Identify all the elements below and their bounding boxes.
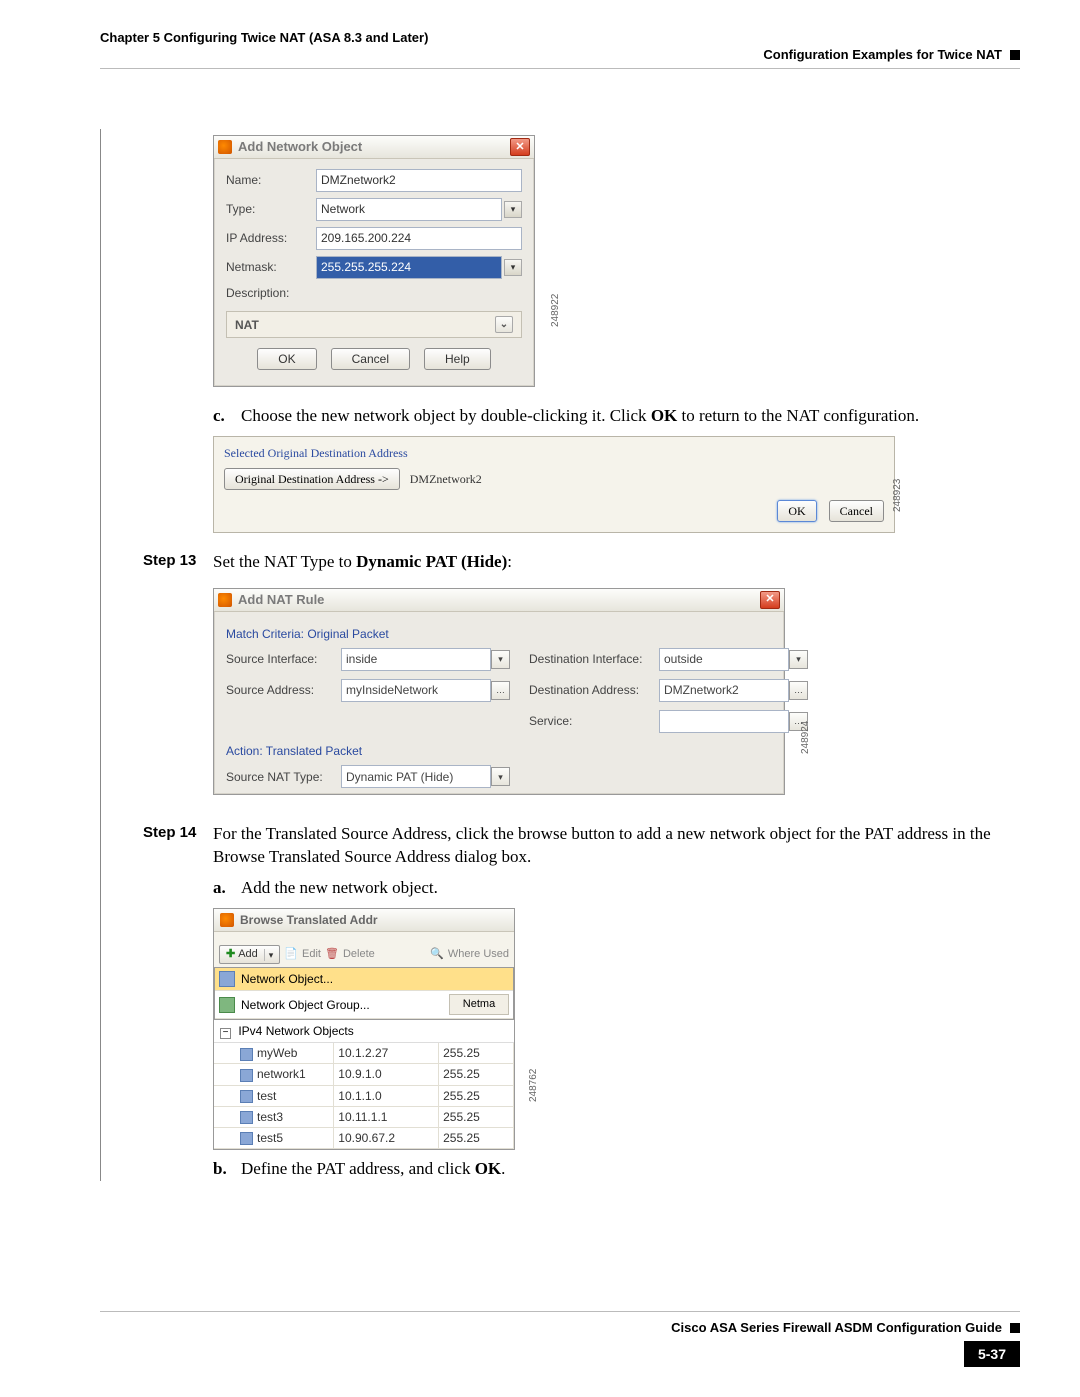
dialog-title: Browse Translated Addr: [240, 912, 378, 928]
app-icon: [220, 913, 234, 927]
app-icon: [218, 593, 232, 607]
expand-icon[interactable]: ⌄: [495, 316, 513, 333]
ok-button[interactable]: OK: [777, 500, 816, 522]
section-title: Configuration Examples for Twice NAT: [763, 47, 1002, 62]
chevron-down-icon[interactable]: ▾: [491, 767, 510, 786]
dst-if-select[interactable]: outside: [659, 648, 789, 671]
header-rule: [100, 68, 1020, 69]
page-header: Chapter 5 Configuring Twice NAT (ASA 8.3…: [100, 30, 1020, 45]
chevron-down-icon[interactable]: ▾: [491, 650, 510, 669]
col-netmask: Netma: [449, 994, 509, 1015]
action-label: Action: Translated Packet: [226, 743, 772, 759]
netmask-label: Netmask:: [226, 259, 316, 275]
step14-label: Step 14: [143, 823, 213, 869]
service-input[interactable]: [659, 710, 789, 733]
chevron-down-icon[interactable]: ▾: [504, 259, 522, 276]
object-icon: [240, 1090, 253, 1103]
original-dest-button[interactable]: Original Destination Address ->: [224, 468, 400, 490]
step14-text: For the Translated Source Address, click…: [213, 823, 1020, 869]
chapter-title: Chapter 5 Configuring Twice NAT (ASA 8.3…: [100, 30, 428, 45]
dialog-browse-translated-addr: Browse Translated Addr ✚ Add ▾ 📄Edit 🗑De…: [213, 908, 515, 1150]
src-addr-label: Source Address:: [226, 682, 341, 698]
objects-table: myWeb10.1.2.27255.25network110.9.1.0255.…: [214, 1043, 514, 1149]
menu-network-object[interactable]: Network Object...: [215, 968, 513, 991]
object-icon: [219, 971, 235, 987]
ok-button[interactable]: OK: [257, 348, 316, 370]
item-a-text: Add the new network object.: [241, 877, 1020, 900]
src-addr-input[interactable]: myInsideNetwork: [341, 679, 491, 702]
delete-button[interactable]: Delete: [343, 947, 375, 962]
figure-id: 248922: [549, 294, 563, 327]
tree-header[interactable]: − IPv4 Network Objects: [214, 1020, 514, 1043]
table-row[interactable]: network110.9.1.0255.25: [214, 1064, 514, 1085]
page-number: 5-37: [964, 1341, 1020, 1367]
cancel-button[interactable]: Cancel: [829, 500, 884, 522]
item-b-text: Define the PAT address, and click OK.: [241, 1158, 1020, 1181]
service-label: Service:: [509, 713, 659, 729]
figure-id: 248924: [799, 720, 813, 753]
description-label: Description:: [226, 285, 316, 301]
step13-label: Step 13: [143, 551, 213, 574]
square-icon: [1010, 1323, 1020, 1333]
guide-title: Cisco ASA Series Firewall ASDM Configura…: [671, 1320, 1002, 1335]
original-dest-value: DMZnetwork2: [410, 471, 482, 487]
chevron-down-icon[interactable]: ▾: [789, 650, 808, 669]
dialog-title: Add NAT Rule: [238, 591, 324, 609]
page-footer: Cisco ASA Series Firewall ASDM Configura…: [100, 1303, 1020, 1367]
figure-id: 248762: [527, 1069, 541, 1102]
menu-network-object-group[interactable]: Network Object Group... Netma: [215, 991, 513, 1019]
nat-type-label: Source NAT Type:: [226, 769, 341, 785]
nat-type-select[interactable]: Dynamic PAT (Hide): [341, 765, 491, 788]
nat-group-label: NAT: [235, 317, 259, 333]
help-button[interactable]: Help: [424, 348, 491, 370]
where-used-button[interactable]: Where Used: [448, 947, 509, 962]
dst-addr-label: Destination Address:: [509, 682, 659, 698]
selected-destination-panel: Selected Original Destination Address Or…: [213, 436, 895, 533]
name-label: Name:: [226, 172, 316, 188]
dialog-title: Add Network Object: [238, 138, 362, 156]
item-a-label: a.: [213, 877, 241, 900]
square-icon: [1010, 50, 1020, 60]
plus-icon: ✚: [226, 947, 235, 962]
type-label: Type:: [226, 201, 316, 217]
src-if-label: Source Interface:: [226, 651, 341, 667]
close-icon[interactable]: ✕: [760, 591, 780, 609]
ip-input[interactable]: 209.165.200.224: [316, 227, 522, 250]
table-row[interactable]: myWeb10.1.2.27255.25: [214, 1043, 514, 1064]
dialog-add-nat-rule: Add NAT Rule ✕ Match Criteria: Original …: [213, 588, 785, 795]
cancel-button[interactable]: Cancel: [331, 348, 410, 370]
figure-id: 248923: [891, 479, 905, 512]
match-criteria-label: Match Criteria: Original Packet: [226, 626, 772, 642]
app-icon: [218, 140, 232, 154]
group-label: Selected Original Destination Address: [224, 445, 884, 461]
type-select[interactable]: Network: [316, 198, 502, 221]
src-if-select[interactable]: inside: [341, 648, 491, 671]
item-c-text: Choose the new network object by double-…: [241, 405, 1020, 428]
table-row[interactable]: test310.11.1.1255.25: [214, 1106, 514, 1127]
browse-icon[interactable]: …: [789, 681, 808, 700]
object-group-icon: [219, 997, 235, 1013]
edit-button[interactable]: Edit: [302, 947, 321, 962]
item-c-label: c.: [213, 405, 241, 428]
item-b-label: b.: [213, 1158, 241, 1181]
chevron-down-icon[interactable]: ▾: [504, 201, 522, 218]
object-icon: [240, 1132, 253, 1145]
table-row[interactable]: test510.90.67.2255.25: [214, 1128, 514, 1149]
ip-label: IP Address:: [226, 230, 316, 246]
minus-icon[interactable]: −: [220, 1028, 231, 1039]
chevron-down-icon[interactable]: ▾: [264, 949, 274, 961]
browse-icon[interactable]: …: [491, 681, 510, 700]
name-input[interactable]: DMZnetwork2: [316, 169, 522, 192]
object-icon: [240, 1048, 253, 1061]
add-button[interactable]: ✚ Add ▾: [219, 945, 280, 964]
table-row[interactable]: test10.1.1.0255.25: [214, 1085, 514, 1106]
object-icon: [240, 1069, 253, 1082]
dst-if-label: Destination Interface:: [509, 651, 659, 667]
dst-addr-input[interactable]: DMZnetwork2: [659, 679, 789, 702]
dialog-add-network-object: Add Network Object ✕ Name: DMZnetwork2 T…: [213, 135, 535, 387]
close-icon[interactable]: ✕: [510, 138, 530, 156]
step13-text: Set the NAT Type to Dynamic PAT (Hide):: [213, 551, 1020, 574]
netmask-input[interactable]: 255.255.255.224: [316, 256, 502, 279]
object-icon: [240, 1111, 253, 1124]
